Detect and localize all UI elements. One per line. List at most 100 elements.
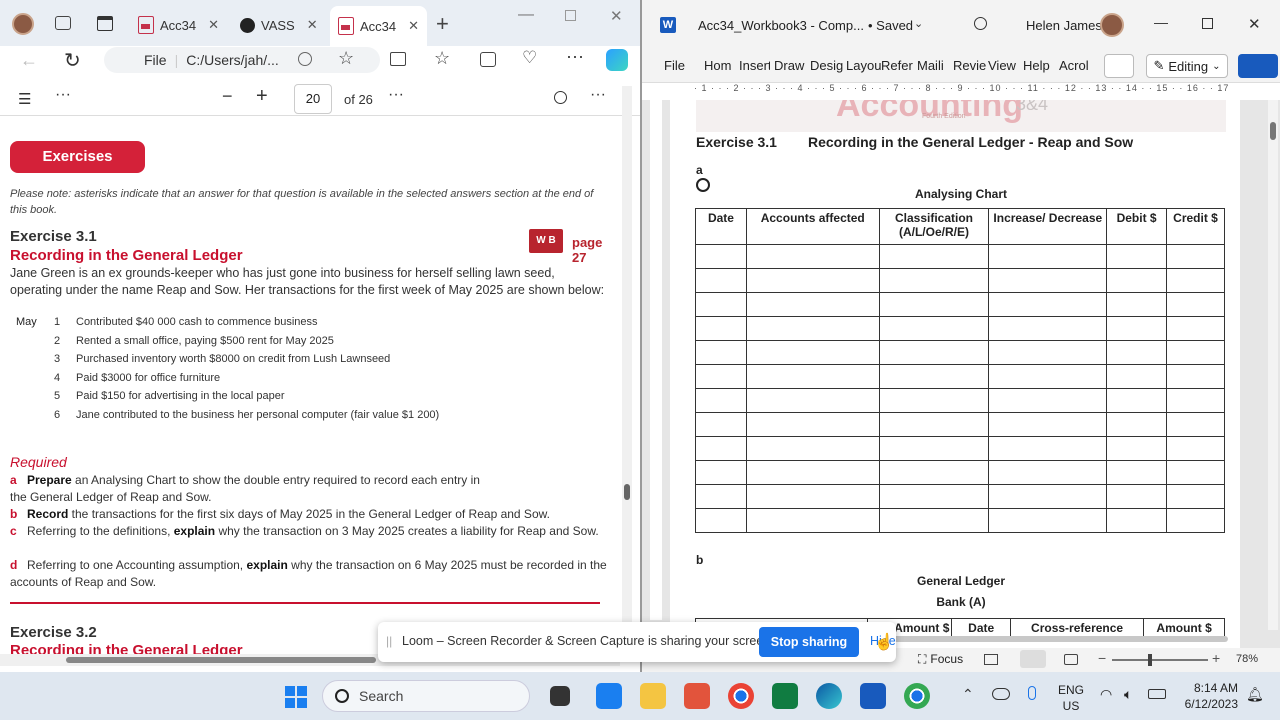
clock[interactable]: 8:14 AM 6/12/2023	[1180, 680, 1238, 712]
pdf-more-icon[interactable]: ···	[55, 86, 71, 104]
tab-layout[interactable]: Layou	[846, 58, 881, 73]
new-tab-button[interactable]: +	[436, 11, 449, 37]
search-input[interactable]: Search	[322, 680, 530, 712]
drag-handle[interactable]: ||	[386, 634, 392, 648]
excel-icon[interactable]	[772, 683, 798, 709]
stop-sharing-button[interactable]: Stop sharing	[759, 627, 859, 657]
widgets-icon[interactable]	[596, 683, 622, 709]
tab-acrobat[interactable]: Acrol	[1059, 58, 1089, 73]
tab-insert[interactable]: Insert	[739, 58, 770, 73]
tab-acc34-active[interactable]: Acc34 ✕	[330, 6, 428, 46]
refresh-icon[interactable]: ↻	[64, 48, 81, 73]
browser-essentials-icon[interactable]: ♡	[522, 48, 537, 68]
table-row[interactable]	[695, 388, 1225, 413]
zoom-out-button[interactable]: −	[1098, 650, 1106, 666]
close-window-button[interactable]: ✕	[1248, 15, 1261, 33]
table-row[interactable]	[695, 436, 1225, 461]
table-row[interactable]	[695, 292, 1225, 317]
tab-acc34-1[interactable]: Acc34 ✕	[130, 10, 227, 40]
tab-help[interactable]: Help	[1023, 58, 1050, 73]
close-icon[interactable]: ✕	[408, 18, 419, 34]
file-explorer-icon[interactable]	[640, 683, 666, 709]
maximize-button[interactable]	[1202, 18, 1213, 29]
more-icon[interactable]: ···	[566, 46, 584, 67]
analysing-chart-table[interactable]: Date Accounts affected Classification (A…	[695, 208, 1225, 533]
zoom-level[interactable]: 78%	[1236, 653, 1258, 665]
task-view-icon[interactable]	[550, 686, 570, 706]
tab-references[interactable]: Refer	[881, 58, 913, 73]
scroll-thumb[interactable]	[1270, 122, 1276, 140]
chevron-down-icon[interactable]: ⌄	[914, 17, 923, 30]
search-icon[interactable]	[554, 91, 567, 104]
vertical-scrollbar[interactable]	[1268, 100, 1278, 630]
favorites-icon[interactable]: ☆	[434, 48, 450, 69]
copilot-icon[interactable]	[606, 49, 628, 71]
tab-review[interactable]: Revie	[953, 58, 986, 73]
tab-view[interactable]: View	[988, 58, 1016, 73]
avatar[interactable]	[1100, 13, 1124, 37]
table-row[interactable]	[695, 268, 1225, 293]
wifi-icon[interactable]: ◠	[1100, 686, 1112, 703]
editing-mode-button[interactable]: ✎ Editing ⌄	[1146, 54, 1228, 78]
close-window-button[interactable]: ✕	[610, 7, 623, 25]
document-title[interactable]: Acc34_Workbook3 - Comp...	[698, 18, 864, 33]
start-button[interactable]	[285, 686, 307, 708]
document-page[interactable]: Accounting 3&4 Fourth Edition Exercise 3…	[670, 100, 1240, 648]
zoom-in-button[interactable]: +	[1212, 650, 1220, 666]
volume-icon[interactable]: 🔈︎	[1124, 686, 1132, 703]
table-row[interactable]	[695, 412, 1225, 437]
web-layout-icon[interactable]	[1064, 654, 1078, 665]
zoom-in-button[interactable]: +	[256, 85, 268, 108]
scroll-thumb[interactable]	[624, 484, 630, 500]
table-row[interactable]	[695, 484, 1225, 509]
workspaces-icon[interactable]	[55, 16, 71, 30]
close-icon[interactable]: ✕	[208, 17, 219, 33]
microphone-icon[interactable]	[1028, 686, 1036, 700]
maximize-button[interactable]	[565, 10, 576, 21]
tab-actions-icon[interactable]	[97, 16, 113, 31]
page-number-input[interactable]: 20	[294, 84, 332, 114]
pdf-options-icon[interactable]: ···	[388, 86, 404, 104]
minimize-button[interactable]: —	[518, 6, 534, 24]
save-status[interactable]: • Saved	[868, 18, 913, 33]
battery-icon[interactable]	[1148, 689, 1166, 699]
tab-draw[interactable]: Draw	[774, 58, 804, 73]
chrome-icon[interactable]	[904, 683, 930, 709]
comments-button[interactable]	[1104, 54, 1134, 78]
split-screen-icon[interactable]	[390, 52, 406, 66]
zoom-slider[interactable]	[1112, 654, 1208, 666]
focus-button[interactable]: ⛶ Focus	[918, 652, 963, 667]
language-indicator[interactable]: ENG US	[1058, 682, 1084, 714]
horizontal-scrollbar[interactable]	[872, 636, 1228, 642]
close-icon[interactable]: ✕	[307, 17, 318, 33]
read-mode-icon[interactable]	[984, 654, 998, 665]
pdf-overflow-icon[interactable]: ···	[590, 86, 606, 104]
zoom-out-button[interactable]: −	[222, 86, 233, 107]
notifications-icon[interactable]: 🔔︎	[1246, 686, 1264, 703]
table-row[interactable]	[695, 244, 1225, 269]
tab-file[interactable]: File	[664, 58, 685, 73]
avatar[interactable]	[12, 13, 34, 35]
search-icon[interactable]	[974, 17, 987, 30]
tab-design[interactable]: Desig	[810, 58, 843, 73]
favorite-star-icon[interactable]: ☆	[338, 48, 354, 69]
collections-icon[interactable]	[480, 52, 496, 67]
back-icon[interactable]: ←	[20, 50, 38, 71]
horizontal-ruler[interactable]: · 1 · · · 2 · · · 3 · · · 4 · · · 5 · · …	[642, 82, 1280, 100]
chrome-icon[interactable]	[728, 683, 754, 709]
contents-icon[interactable]: ☰	[18, 90, 31, 108]
table-row[interactable]	[695, 364, 1225, 389]
table-row[interactable]	[695, 340, 1225, 365]
office-icon[interactable]	[684, 683, 710, 709]
table-row[interactable]	[695, 460, 1225, 485]
user-name[interactable]: Helen James	[1026, 18, 1102, 33]
tab-home[interactable]: Hom	[704, 58, 731, 73]
chevron-up-icon[interactable]: ⌃	[962, 686, 974, 703]
tab-vass[interactable]: VASS ✕	[232, 10, 326, 40]
minimize-button[interactable]: —	[1154, 14, 1168, 30]
word-icon[interactable]	[860, 683, 886, 709]
zoom-icon[interactable]	[298, 52, 312, 66]
vertical-scrollbar[interactable]	[622, 86, 632, 656]
vertical-ruler[interactable]	[650, 100, 662, 620]
table-row[interactable]	[695, 316, 1225, 341]
